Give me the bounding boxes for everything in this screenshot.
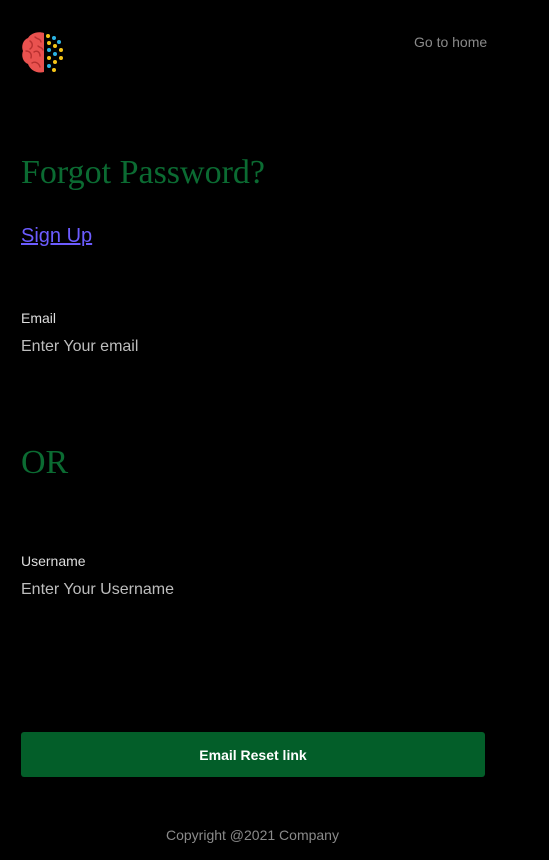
- email-input[interactable]: [21, 335, 481, 359]
- email-label: Email: [21, 310, 57, 326]
- copyright-text: Copyright @2021 Company: [166, 827, 339, 843]
- sign-up-link[interactable]: Sign Up: [21, 225, 92, 248]
- email-reset-link-button[interactable]: Email Reset link: [21, 732, 485, 777]
- username-input[interactable]: [21, 578, 481, 602]
- page-title: Forgot Password?: [21, 154, 265, 191]
- or-separator: OR: [21, 444, 69, 481]
- brain-icon[interactable]: [20, 28, 68, 76]
- go-to-home-link[interactable]: Go to home: [414, 34, 487, 50]
- username-label: Username: [21, 553, 86, 569]
